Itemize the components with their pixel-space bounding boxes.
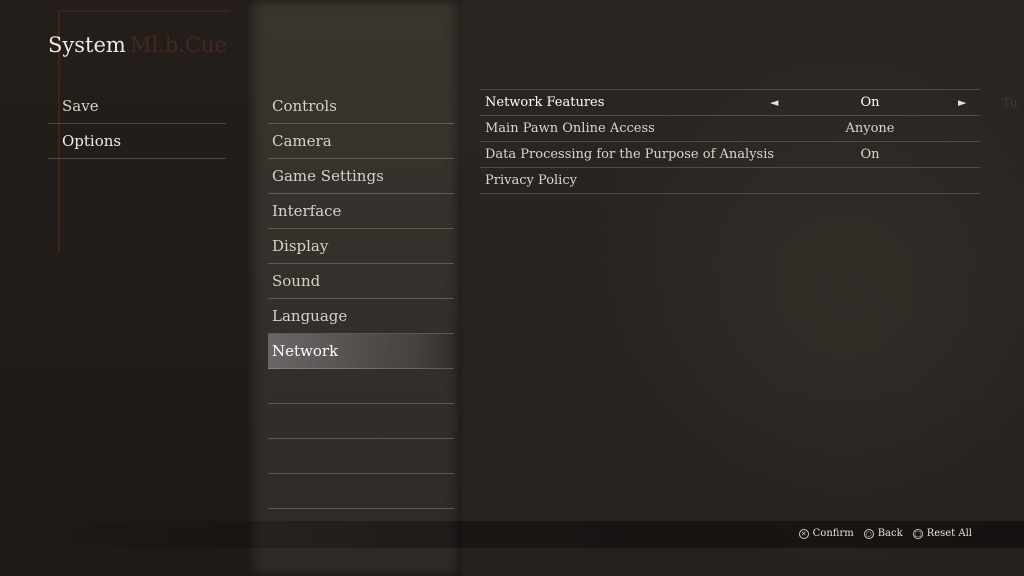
menu-item-controls[interactable]: Controls	[268, 89, 454, 124]
right-panel	[462, 0, 1024, 576]
menu-empty-slot	[268, 439, 454, 474]
menu-item-options[interactable]: Options	[48, 124, 226, 159]
setting-row-network-features[interactable]: Network Features ◄ On ►	[480, 89, 980, 116]
setting-row-main-pawn-online-access[interactable]: Main Pawn Online Access Anyone	[480, 116, 980, 142]
setting-label: Network Features	[485, 95, 605, 110]
network-settings-list: Network Features ◄ On ► Main Pawn Online…	[480, 89, 980, 194]
setting-value: Anyone	[845, 121, 895, 136]
left-panel	[0, 0, 248, 576]
circle-button-icon: ○	[863, 528, 874, 539]
hint-label: Back	[877, 528, 903, 539]
menu-empty-slot	[268, 474, 454, 509]
hint-reset-all[interactable]: □ Reset All	[912, 528, 972, 539]
setting-label: Data Processing for the Purpose of Analy…	[485, 147, 775, 162]
setting-row-data-processing[interactable]: Data Processing for the Purpose of Analy…	[480, 142, 980, 168]
left-menu: Save Options	[48, 89, 226, 159]
menu-item-language[interactable]: Language	[268, 299, 454, 334]
square-button-icon: □	[912, 528, 923, 539]
faded-tooltip-text: Tu	[1002, 96, 1018, 110]
menu-item-network[interactable]: Network	[268, 334, 454, 369]
setting-label: Main Pawn Online Access	[485, 121, 655, 136]
menu-item-interface[interactable]: Interface	[268, 194, 454, 229]
setting-value: On	[860, 147, 880, 162]
hint-back[interactable]: ○ Back	[863, 528, 903, 539]
hint-confirm[interactable]: ✕ Confirm	[798, 528, 854, 539]
page-title: System	[48, 33, 126, 57]
hint-label: Confirm	[812, 528, 854, 539]
options-menu: Controls Camera Game Settings Interface …	[268, 89, 454, 509]
menu-empty-slot	[268, 404, 454, 439]
menu-empty-slot	[268, 369, 454, 404]
cross-button-icon: ✕	[798, 528, 809, 539]
setting-label: Privacy Policy	[485, 173, 577, 188]
menu-item-game-settings[interactable]: Game Settings	[268, 159, 454, 194]
setting-row-privacy-policy[interactable]: Privacy Policy	[480, 168, 980, 194]
menu-item-sound[interactable]: Sound	[268, 264, 454, 299]
hint-label: Reset All	[926, 528, 972, 539]
decorative-title-script: Ml.b.Cue	[130, 33, 228, 57]
arrow-left-icon[interactable]: ◄	[770, 90, 778, 115]
menu-item-save[interactable]: Save	[48, 89, 226, 124]
menu-item-display[interactable]: Display	[268, 229, 454, 264]
setting-value: On	[860, 95, 880, 110]
arrow-right-icon[interactable]: ►	[958, 90, 966, 115]
button-hints: ✕ Confirm ○ Back □ Reset All	[798, 528, 972, 539]
menu-item-camera[interactable]: Camera	[268, 124, 454, 159]
